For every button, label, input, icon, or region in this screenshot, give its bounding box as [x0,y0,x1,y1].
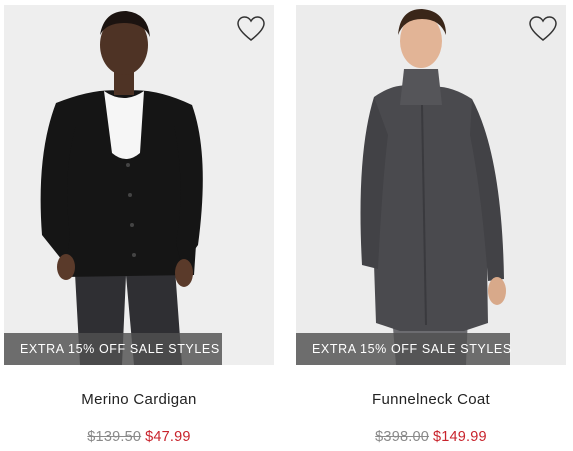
price-row: $398.00 $149.99 [296,429,566,445]
model-photo [4,5,274,365]
product-name[interactable]: Merino Cardigan [4,391,274,408]
promo-badge: EXTRA 15% OFF SALE STYLES [4,333,222,365]
product-image-funnelneck-coat[interactable]: EXTRA 15% OFF SALE STYLES [296,5,566,365]
sale-price: $47.99 [145,429,191,445]
sale-price: $149.99 [433,429,487,445]
product-card-merino-cardigan: EXTRA 15% OFF SALE STYLES Merino Cardiga… [4,5,274,445]
product-card-funnelneck-coat: EXTRA 15% OFF SALE STYLES Funnelneck Coa… [296,5,566,445]
model-photo [296,5,566,365]
promo-badge: EXTRA 15% OFF SALE STYLES [296,333,511,365]
price-row: $139.50 $47.99 [4,429,274,445]
product-image-merino-cardigan[interactable]: EXTRA 15% OFF SALE STYLES [4,5,274,365]
favorite-heart-icon[interactable] [236,15,266,43]
product-name[interactable]: Funnelneck Coat [296,391,566,408]
original-price: $398.00 [375,429,429,445]
favorite-heart-icon[interactable] [528,15,558,43]
original-price: $139.50 [87,429,142,445]
product-grid: EXTRA 15% OFF SALE STYLES Merino Cardiga… [0,0,573,451]
